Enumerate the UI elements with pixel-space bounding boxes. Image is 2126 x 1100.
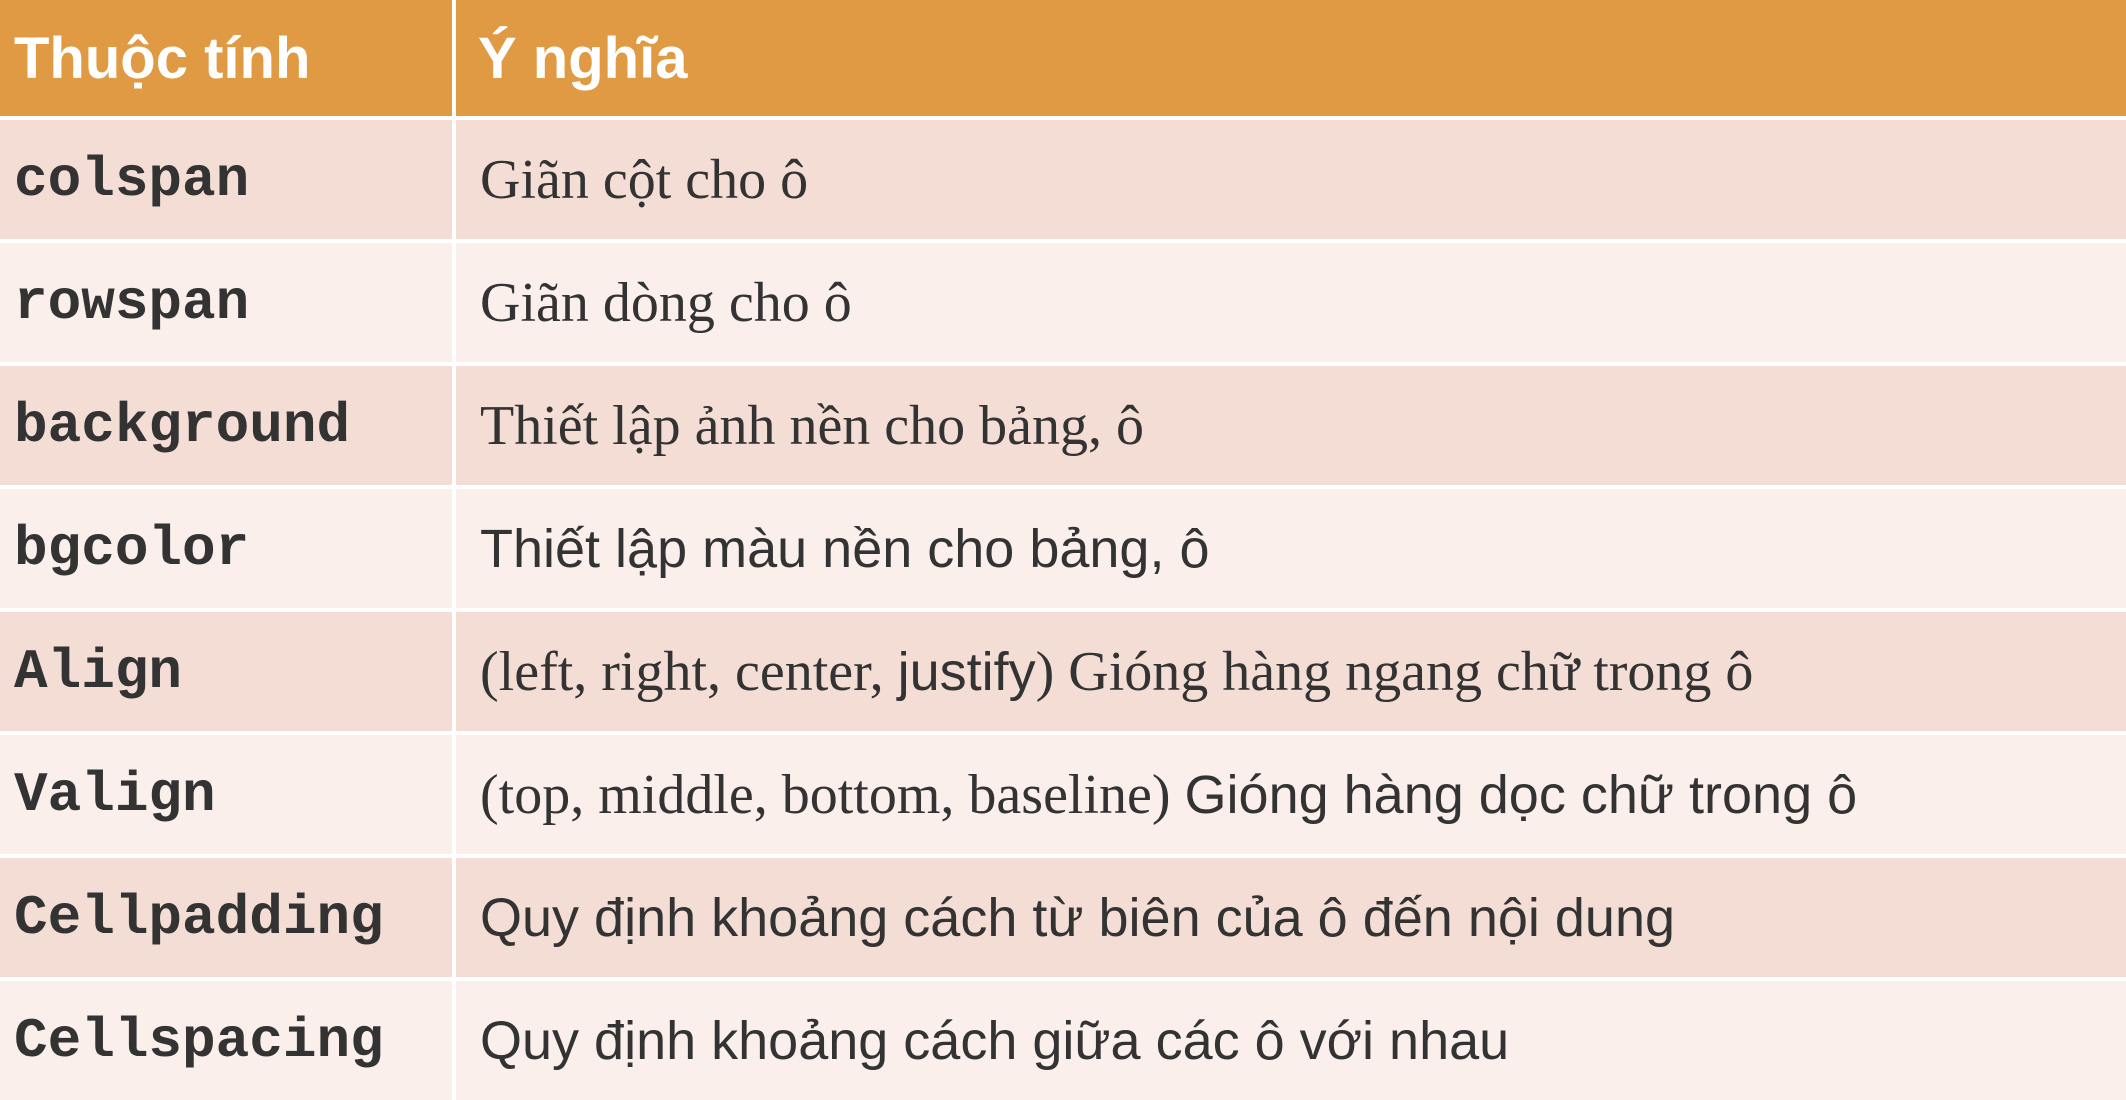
meaning-text: Thiết lập màu nền cho bảng, ô	[480, 518, 1210, 579]
attribute-meaning: Thiết lập màu nền cho bảng, ô	[456, 489, 2126, 608]
meaning-text-sans: Gióng hàng dọc chữ trong ô	[1184, 764, 1858, 825]
attribute-name: background	[0, 366, 452, 485]
meaning-text: Giãn cột cho ô	[480, 148, 809, 211]
header-meaning: Ý nghĩa	[456, 0, 2126, 116]
attribute-name: Cellspacing	[0, 981, 452, 1100]
attribute-table: Thuộc tính Ý nghĩa colspan Giãn cột cho …	[0, 0, 2126, 1100]
attribute-name: bgcolor	[0, 489, 452, 608]
attribute-name: Align	[0, 612, 452, 731]
attribute-meaning: Quy định khoảng cách từ biên của ô đến n…	[456, 858, 2126, 977]
attribute-name: Cellpadding	[0, 858, 452, 977]
meaning-text: Quy định khoảng cách giữa các ô với nhau	[480, 1010, 1510, 1071]
attribute-name: rowspan	[0, 243, 452, 362]
attribute-meaning: (top, middle, bottom, baseline) Gióng hà…	[456, 735, 2126, 854]
meaning-text-after: ) Gióng hàng ngang chữ trong ô	[1035, 640, 1754, 703]
meaning-text: Thiết lập ảnh nền cho bảng, ô	[480, 394, 1145, 457]
attribute-meaning: Thiết lập ảnh nền cho bảng, ô	[456, 366, 2126, 485]
meaning-text: Giãn dòng cho ô	[480, 271, 852, 334]
meaning-text-sans: justify	[897, 641, 1036, 702]
meaning-text: Quy định khoảng cách từ biên của ô đến n…	[480, 887, 1676, 948]
attribute-name: Valign	[0, 735, 452, 854]
attribute-name: colspan	[0, 120, 452, 239]
meaning-text: (left, right, center,	[480, 640, 898, 703]
meaning-text: (top, middle, bottom, baseline)	[480, 763, 1185, 826]
header-attribute: Thuộc tính	[0, 0, 452, 116]
attribute-meaning: Giãn dòng cho ô	[456, 243, 2126, 362]
attribute-meaning: Quy định khoảng cách giữa các ô với nhau	[456, 981, 2126, 1100]
attribute-meaning: Giãn cột cho ô	[456, 120, 2126, 239]
attribute-meaning: (left, right, center, justify) Gióng hàn…	[456, 612, 2126, 731]
